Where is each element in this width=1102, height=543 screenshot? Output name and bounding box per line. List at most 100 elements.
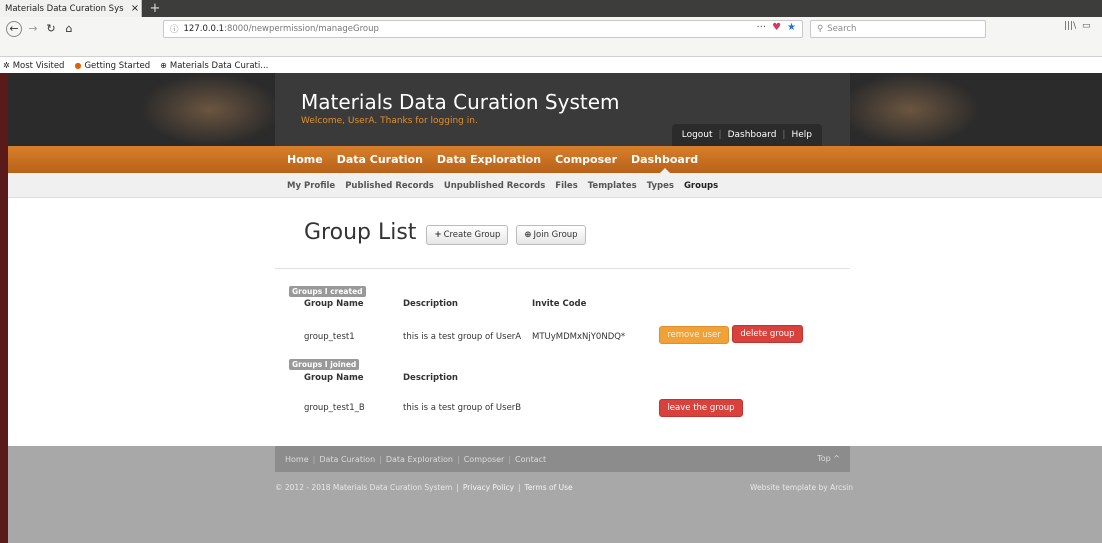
- footer-link-home[interactable]: Home: [285, 455, 309, 464]
- main-content: Group List + Create Group ⊕ Join Group G…: [275, 198, 850, 446]
- info-icon[interactable]: ⓘ: [170, 23, 179, 35]
- more-actions-icon[interactable]: ···: [757, 22, 767, 33]
- subnav-my-profile[interactable]: My Profile: [287, 181, 335, 191]
- search-placeholder: Search: [827, 24, 857, 34]
- browser-toolbar: ← → ↻ ⌂ ⓘ 127.0.0.1:8000/newpermission/m…: [0, 17, 1102, 71]
- footer-link-contact[interactable]: Contact: [515, 455, 546, 464]
- nav-composer[interactable]: Composer: [555, 153, 617, 166]
- close-icon[interactable]: ×: [129, 3, 141, 14]
- back-to-top-link[interactable]: Top ^: [817, 454, 840, 463]
- subnav-unpublished-records[interactable]: Unpublished Records: [444, 181, 545, 191]
- subnav-templates[interactable]: Templates: [588, 181, 637, 191]
- join-group-label: Join Group: [533, 229, 578, 240]
- group-list-header: Group List + Create Group ⊕ Join Group: [304, 220, 586, 245]
- separator: |: [379, 454, 382, 464]
- dashboard-link[interactable]: Dashboard: [728, 130, 777, 140]
- bookmark-most-visited[interactable]: ✲ Most Visited: [3, 61, 64, 71]
- template-credit: Website template by Arcsin: [750, 483, 854, 492]
- forward-arrow-icon[interactable]: →: [24, 20, 42, 38]
- browser-tab[interactable]: Materials Data Curation Sys ×: [0, 0, 142, 17]
- bookmark-label: Materials Data Curati...: [169, 60, 269, 71]
- browser-tab-bar: Materials Data Curation Sys × +: [0, 0, 1102, 17]
- library-icon[interactable]: |||\: [1064, 21, 1076, 31]
- subnav-types[interactable]: Types: [647, 181, 674, 191]
- separator: |: [456, 483, 459, 492]
- circle-plus-icon: ⊕: [524, 229, 532, 240]
- leave-group-button[interactable]: leave the group: [659, 399, 743, 417]
- column-description: Description: [403, 299, 458, 309]
- globe-icon: ⊕: [160, 61, 167, 70]
- subnav-published-records[interactable]: Published Records: [345, 181, 434, 191]
- reload-icon[interactable]: ↻: [42, 20, 60, 38]
- copyright-text: © 2012 - 2018 Materials Data Curation Sy…: [275, 483, 453, 492]
- pocket-icon[interactable]: ♥: [772, 22, 781, 33]
- column-invite-code: Invite Code: [532, 299, 587, 309]
- search-icon: ⚲: [817, 24, 824, 34]
- column-description: Description: [403, 373, 458, 383]
- nav-data-exploration[interactable]: Data Exploration: [437, 153, 541, 166]
- footer-link-composer[interactable]: Composer: [464, 455, 505, 464]
- bookmark-label: Getting Started: [84, 60, 151, 71]
- delete-group-button[interactable]: delete group: [732, 325, 803, 343]
- bookmark-label: Most Visited: [12, 60, 65, 71]
- welcome-message: Welcome, UserA. Thanks for logging in.: [301, 116, 478, 126]
- remove-user-button[interactable]: remove user: [659, 326, 729, 344]
- joined-group-name: group_test1_B: [304, 403, 365, 413]
- join-group-button[interactable]: ⊕ Join Group: [516, 224, 586, 245]
- home-icon[interactable]: ⌂: [60, 20, 78, 38]
- nav-dashboard[interactable]: Dashboard: [631, 153, 698, 173]
- create-group-button[interactable]: + Create Group: [426, 224, 509, 245]
- privacy-policy-link[interactable]: Privacy Policy: [463, 483, 514, 492]
- tab-title: Materials Data Curation Sys: [5, 3, 124, 14]
- sidebar-icon[interactable]: ▭: [1082, 21, 1091, 31]
- created-groups-badge: Groups I created: [289, 286, 366, 297]
- url-path: :8000/newpermission/manageGroup: [224, 24, 379, 34]
- separator: |: [457, 454, 460, 464]
- footer-nav: Home | Data Curation | Data Exploration …: [275, 446, 850, 472]
- site-title: Materials Data Curation System: [301, 90, 620, 114]
- web-page: Materials Data Curation System Welcome, …: [0, 73, 1102, 543]
- created-group-description: this is a test group of UserA: [403, 332, 522, 342]
- main-nav: Home Data Curation Data Exploration Comp…: [0, 146, 1102, 173]
- subnav-groups[interactable]: Groups: [684, 181, 718, 191]
- separator: |: [312, 454, 316, 464]
- column-group-name: Group Name: [304, 373, 364, 383]
- created-group-invite-code: MTUyMDMxNjY0NDQ*: [532, 332, 626, 342]
- separator: |: [782, 130, 786, 140]
- firefox-icon: ●: [74, 61, 82, 70]
- gear-icon: ✲: [3, 61, 10, 70]
- plus-icon: +: [434, 229, 442, 240]
- header-glow-left: [140, 73, 280, 146]
- divider: [275, 268, 850, 269]
- header-center: Materials Data Curation System Welcome, …: [275, 73, 850, 146]
- help-link[interactable]: Help: [791, 130, 812, 140]
- page-title: Group List: [304, 220, 417, 245]
- url-host: 127.0.0.1: [183, 24, 225, 34]
- bookmarks-toolbar: ✲ Most Visited ● Getting Started ⊕ Mater…: [0, 58, 268, 73]
- user-links: Logout | Dashboard | Help: [671, 124, 822, 146]
- separator: |: [718, 130, 722, 140]
- window-edge: [0, 73, 8, 543]
- footer-link-data-curation[interactable]: Data Curation: [319, 455, 375, 464]
- bookmark-star-icon[interactable]: ★: [787, 22, 796, 33]
- new-tab-button[interactable]: +: [148, 1, 162, 16]
- back-arrow-icon[interactable]: ←: [6, 21, 22, 37]
- url-bar[interactable]: ⓘ 127.0.0.1:8000/newpermission/manageGro…: [163, 20, 803, 38]
- joined-groups-badge: Groups I joined: [289, 359, 360, 370]
- terms-of-use-link[interactable]: Terms of Use: [525, 483, 573, 492]
- bookmark-getting-started[interactable]: ● Getting Started: [74, 61, 150, 71]
- site-header: Materials Data Curation System Welcome, …: [0, 73, 1102, 146]
- subnav-files[interactable]: Files: [555, 181, 577, 191]
- sub-nav: My Profile Published Records Unpublished…: [287, 173, 718, 198]
- bookmark-materials[interactable]: ⊕ Materials Data Curati...: [160, 61, 268, 71]
- create-group-label: Create Group: [443, 229, 501, 240]
- separator: |: [518, 483, 521, 492]
- footer-link-data-exploration[interactable]: Data Exploration: [386, 455, 453, 464]
- header-glow-right: [840, 73, 980, 146]
- logout-link[interactable]: Logout: [682, 130, 713, 140]
- nav-data-curation[interactable]: Data Curation: [337, 153, 423, 166]
- search-input[interactable]: ⚲ Search: [810, 20, 986, 38]
- nav-home[interactable]: Home: [287, 153, 323, 166]
- joined-group-description: this is a test group of UserB: [403, 403, 522, 413]
- copyright: © 2012 - 2018 Materials Data Curation Sy…: [275, 483, 573, 492]
